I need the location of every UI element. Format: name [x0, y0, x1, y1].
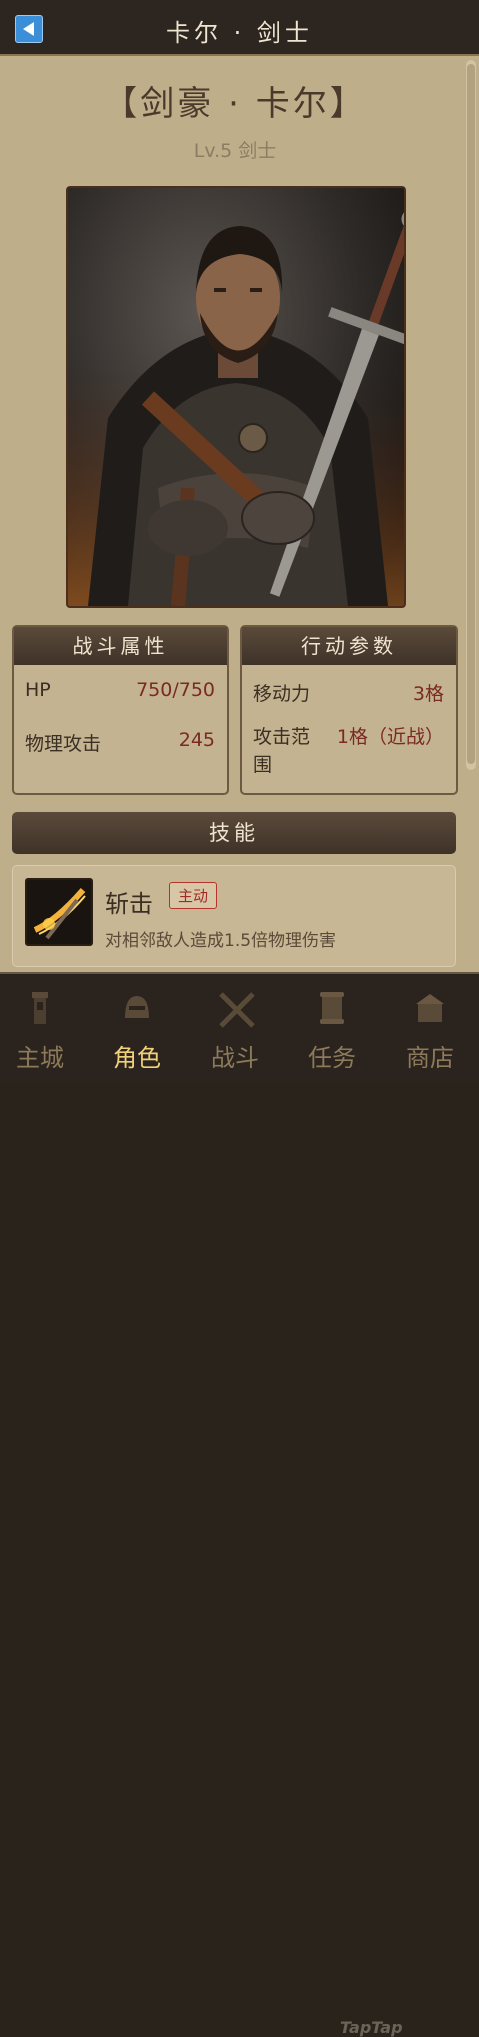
page-title: 卡尔 · 剑士 [166, 19, 313, 47]
character-detail[interactable]: 【剑豪 · 卡尔】 Lv.5 剑士 战斗属性 HP 750/750 物理攻击 2… [0, 56, 479, 972]
nav-label: 主城 [16, 1044, 64, 1072]
nav-item-shop[interactable]: 商店 [382, 974, 478, 1082]
combat-stats-panel: 战斗属性 HP 750/750 物理攻击 245 [12, 625, 229, 795]
stat-label: 物理攻击 [25, 733, 102, 755]
nav-item-quests[interactable]: 任务 [284, 974, 380, 1082]
scrollbar[interactable] [466, 60, 476, 770]
skills-heading: 技能 [12, 812, 456, 854]
stat-value: 750/750 [136, 679, 215, 701]
stat-row-movement: 移动力 3格 [242, 667, 456, 717]
stat-row-physical-attack: 物理攻击 245 [14, 717, 227, 767]
stat-row-hp: HP 750/750 [14, 667, 227, 717]
character-name: 【剑豪 · 卡尔】 [103, 84, 367, 124]
stat-label: 移动力 [253, 683, 311, 705]
nav-item-battle[interactable]: 战斗 [187, 974, 283, 1082]
shop-icon [416, 994, 444, 1022]
crossed-swords-icon [219, 992, 255, 1028]
character-level-class: Lv.5 剑士 [193, 140, 277, 162]
slash-skill-icon [25, 878, 93, 946]
stat-label: HP [25, 679, 51, 701]
skill-name: 斩击 [105, 890, 153, 918]
scrollbar-thumb[interactable] [467, 64, 475, 764]
skill-type-badge: 主动 [169, 882, 218, 909]
stat-value: 245 [178, 729, 215, 751]
nav-label: 商店 [406, 1044, 454, 1072]
stat-value: 3格 [412, 683, 444, 705]
action-params-heading: 行动参数 [242, 627, 456, 665]
bottom-nav: 主城 角色 战斗 任务 商店 TapTap [0, 972, 479, 2037]
skill-description: 对相邻敌人造成1.5倍物理伤害 [105, 931, 337, 951]
skill-card[interactable]: 斩击 主动 对相邻敌人造成1.5倍物理伤害 [12, 865, 456, 967]
nav-item-main-city[interactable]: 主城 [0, 974, 88, 1082]
stat-label: 攻击范围 [253, 726, 311, 776]
tower-icon [32, 992, 48, 1024]
watermark: TapTap [340, 2018, 403, 2037]
nav-label: 任务 [308, 1044, 356, 1072]
stat-value: 1格（近战） [336, 726, 444, 748]
character-portrait [66, 186, 406, 608]
nav-item-character[interactable]: 角色 [89, 974, 185, 1082]
helmet-icon [125, 996, 149, 1018]
stat-row-attack-range: 攻击范围 1格（近战） [242, 717, 456, 776]
scroll-icon [320, 992, 344, 1024]
combat-stats-heading: 战斗属性 [14, 627, 227, 665]
nav-label: 角色 [113, 1044, 161, 1072]
action-params-panel: 行动参数 移动力 3格 攻击范围 1格（近战） [240, 625, 458, 795]
nav-label: 战斗 [211, 1044, 259, 1072]
top-bar: 卡尔 · 剑士 [0, 0, 479, 56]
